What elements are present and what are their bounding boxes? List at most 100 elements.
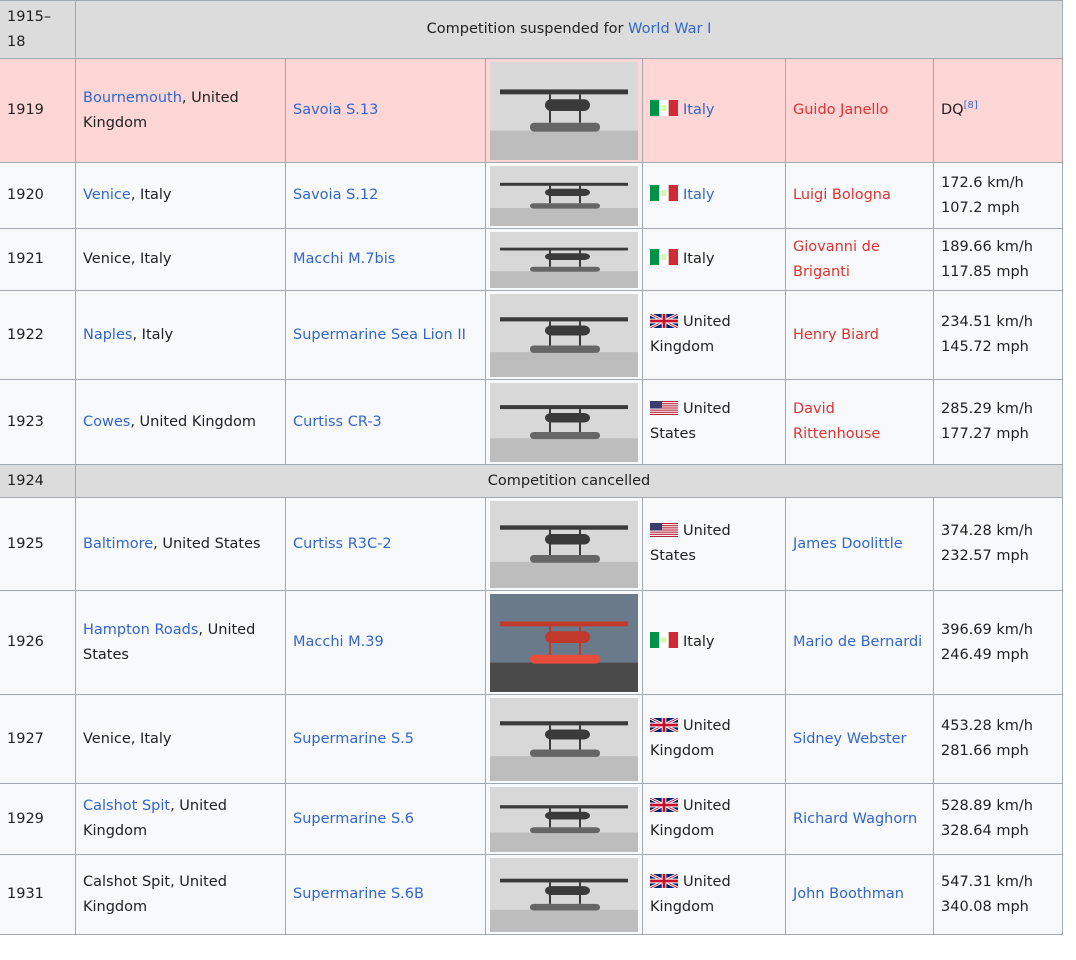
table-row: 1923 Cowes, United Kingdom Curtiss CR-3 Uni… xyxy=(0,379,1064,465)
speed-mph: 328.64 mph xyxy=(941,823,1029,839)
speed-mph: 246.49 mph xyxy=(941,646,1029,663)
country-cell: United Kingdom xyxy=(642,854,786,935)
country-cell: Italy xyxy=(642,590,786,695)
speed-cell: 453.28 km/h 281.66 mph xyxy=(932,694,1064,784)
aircraft-photo[interactable] xyxy=(485,228,643,291)
aircraft-photo[interactable] xyxy=(485,290,643,380)
pilot-link[interactable]: John Boothman xyxy=(793,886,904,902)
speed-cell: 547.31 km/h 340.08 mph xyxy=(932,854,1064,935)
aircraft-photo[interactable] xyxy=(485,58,643,163)
pilot-cell: John Boothman xyxy=(785,854,934,935)
table-row: 1922 Naples, Italy Supermarine Sea Lion II… xyxy=(0,290,1064,380)
pilot-cell: Giovanni de Briganti xyxy=(785,228,934,291)
pilot-cell: Henry Biard xyxy=(785,290,934,380)
speed-mph: 117.85 mph xyxy=(941,263,1029,280)
pilot-link[interactable]: David Rittenhouse xyxy=(793,401,880,442)
speed-kmh: 396.69 km/h xyxy=(941,621,1033,638)
aircraft-photo[interactable] xyxy=(485,590,643,695)
aircraft-link[interactable]: Savoia S.13 xyxy=(293,102,378,118)
aircraft-link[interactable]: Supermarine S.6 xyxy=(293,811,414,827)
aircraft-link[interactable]: Savoia S.12 xyxy=(293,187,378,203)
pilot-link[interactable]: Giovanni de Briganti xyxy=(793,239,880,280)
reference-link[interactable]: [8] xyxy=(964,100,978,111)
aircraft-link[interactable]: Supermarine Sea Lion II xyxy=(293,327,466,343)
aircraft-link[interactable]: Curtiss R3C-2 xyxy=(293,536,392,552)
pilot-cell: Guido Janello xyxy=(785,58,934,163)
year-cell: 1924 xyxy=(0,464,76,498)
aircraft-photo[interactable] xyxy=(485,379,643,465)
pilot-link[interactable]: Guido Janello xyxy=(793,102,888,118)
pilot-link[interactable]: Luigi Bologna xyxy=(793,187,891,203)
location-text: , United Kingdom xyxy=(130,413,256,430)
country-link: Italy xyxy=(683,634,715,651)
table-row: 1920 Venice, Italy Savoia S.12 Italy Luigi B… xyxy=(0,162,1064,229)
pilot-link[interactable]: Mario de Bernardi xyxy=(793,634,922,650)
speed-mph: 145.72 mph xyxy=(941,339,1029,355)
speed-kmh: 172.6 km/h xyxy=(941,174,1024,191)
pilot-cell: David Rittenhouse xyxy=(785,379,934,465)
location-link[interactable]: Baltimore xyxy=(83,536,153,552)
location-cell: Venice, Italy xyxy=(75,228,286,291)
uk-flag-icon xyxy=(650,718,683,734)
country-link[interactable]: Italy xyxy=(683,187,714,203)
table-row: 1925 Baltimore, United States Curtiss R3C-… xyxy=(0,497,1064,591)
pilot-link[interactable]: Richard Waghorn xyxy=(793,811,917,827)
country-cell: Italy xyxy=(642,162,786,229)
aircraft-photo[interactable] xyxy=(485,854,643,935)
location-link[interactable]: Calshot Spit xyxy=(83,798,170,814)
location-text: , Italy xyxy=(130,187,172,204)
location-link[interactable]: Bournemouth xyxy=(83,90,182,106)
speed-kmh: 547.31 km/h xyxy=(941,873,1033,890)
table-row-cancelled: 1924 Competition cancelled xyxy=(0,464,1064,498)
pilot-cell: Richard Waghorn xyxy=(785,783,934,855)
italy-flag-icon xyxy=(650,632,683,650)
speed-cell: 528.89 km/h 328.64 mph xyxy=(932,783,1064,855)
year-cell: 1919 xyxy=(0,58,76,163)
aircraft-link[interactable]: Macchi M.7bis xyxy=(293,251,395,267)
speed-cell: 172.6 km/h 107.2 mph xyxy=(932,162,1064,229)
location-link[interactable]: Hampton Roads xyxy=(83,622,198,638)
speed-mph: 281.66 mph xyxy=(941,743,1029,759)
aircraft-photo[interactable] xyxy=(485,162,643,229)
location-link[interactable]: Naples xyxy=(83,327,132,343)
year-cell: 1921 xyxy=(0,228,76,291)
us-flag-icon xyxy=(650,401,683,417)
speed-kmh: 234.51 km/h xyxy=(941,314,1033,331)
location-cell: Calshot Spit, United Kingdom xyxy=(75,783,286,855)
table-row: 1929 Calshot Spit, United Kingdom Supermar… xyxy=(0,783,1064,855)
aircraft-photo[interactable] xyxy=(485,497,643,591)
aircraft-link[interactable]: Supermarine S.6B xyxy=(293,886,424,902)
aircraft-link[interactable]: Curtiss CR-3 xyxy=(293,414,382,430)
location-link[interactable]: Cowes xyxy=(83,414,130,430)
speed-cell: 234.51 km/h 145.72 mph xyxy=(932,290,1064,380)
speed-cell: 285.29 km/h 177.27 mph xyxy=(932,379,1064,465)
pilot-link[interactable]: Henry Biard xyxy=(793,327,879,343)
speed-mph: 232.57 mph xyxy=(941,548,1029,564)
aircraft-cell: Supermarine S.5 xyxy=(285,694,486,784)
country-cell: United Kingdom xyxy=(642,290,786,380)
location-link[interactable]: Venice xyxy=(83,187,131,203)
table-row: 1931 Calshot Spit, United Kingdom Supermar… xyxy=(0,854,1064,935)
location-cell: Venice, Italy xyxy=(75,162,286,229)
country-link[interactable]: Italy xyxy=(683,102,714,118)
aircraft-link[interactable]: Supermarine S.5 xyxy=(293,731,414,747)
aircraft-link[interactable]: Macchi M.39 xyxy=(293,634,384,650)
us-flag-icon xyxy=(650,523,683,539)
country-cell: Italy xyxy=(642,228,786,291)
speed-cell: DQ[8] xyxy=(932,58,1064,163)
aircraft-cell: Curtiss CR-3 xyxy=(285,379,486,465)
pilot-link[interactable]: Sidney Webster xyxy=(793,731,906,747)
country-link: Italy xyxy=(683,251,715,268)
country-cell: United States xyxy=(642,497,786,591)
aircraft-photo[interactable] xyxy=(485,694,643,784)
aircraft-photo[interactable] xyxy=(485,783,643,855)
year-cell: 1925 xyxy=(0,497,76,591)
pilot-cell: James Doolittle xyxy=(785,497,934,591)
year-cell: 1929 xyxy=(0,783,76,855)
pilot-link[interactable]: James Doolittle xyxy=(793,536,903,552)
location-text: Venice, Italy xyxy=(83,730,172,747)
world-war-link[interactable]: World War I xyxy=(628,21,711,37)
aircraft-cell: Supermarine S.6B xyxy=(285,854,486,935)
speed-kmh: 285.29 km/h xyxy=(941,401,1033,418)
year-cell: 1915–18 xyxy=(0,0,76,59)
